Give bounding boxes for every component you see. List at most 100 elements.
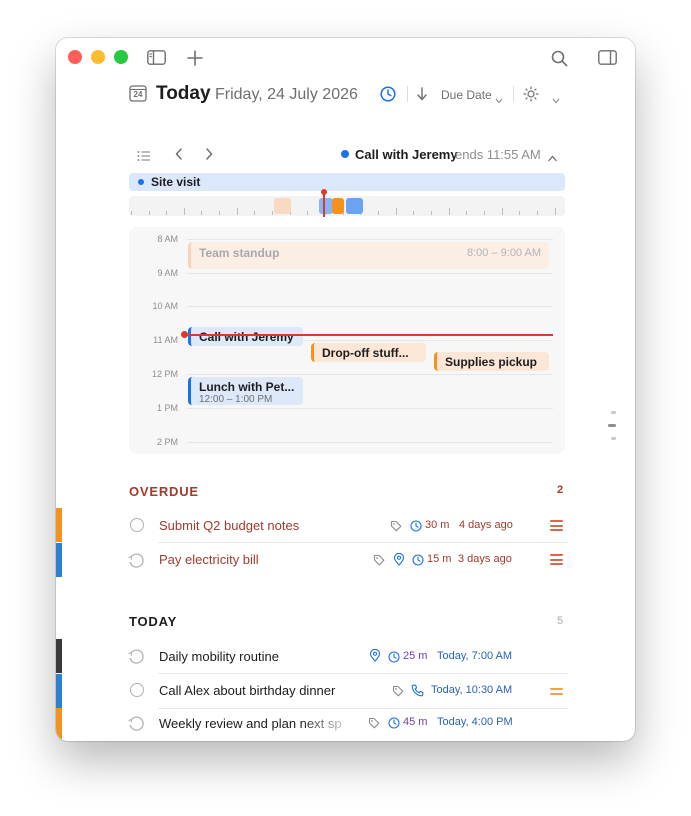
tag-icon: [373, 553, 385, 566]
calendar-day-number: 24: [133, 90, 143, 99]
task-checkbox[interactable]: [130, 683, 144, 697]
task-row[interactable]: Pay electricity bill 15 m 3 days ago: [56, 543, 635, 577]
zoom-window-button[interactable]: [114, 50, 128, 64]
day-overview-strip[interactable]: [129, 196, 565, 216]
today-section-title: TODAY: [129, 614, 178, 629]
task-due: Today, 10:30 AM: [431, 684, 513, 696]
phone-icon: [411, 684, 424, 697]
event-color-dot: [341, 150, 349, 158]
repeat-checkbox-icon[interactable]: [127, 551, 145, 569]
page-title: Today: [156, 83, 211, 104]
event-supplies-pickup[interactable]: Supplies pickup: [434, 352, 549, 371]
now-indicator-dot: [321, 189, 327, 195]
sort-by-button[interactable]: Due Date: [441, 88, 492, 102]
task-row[interactable]: Call Alex about birthday dinner Today, 1…: [56, 674, 635, 708]
task-duration: 25 m: [403, 650, 428, 662]
repeat-checkbox-icon[interactable]: [127, 714, 145, 732]
task-due: Today, 4:00 PM: [437, 716, 513, 728]
search-icon[interactable]: [550, 49, 568, 67]
event-time: 8:00 – 9:00 AM: [467, 247, 541, 259]
event-title: Team standup: [199, 246, 280, 260]
event-title: Call with Jeremy: [199, 330, 294, 344]
app-window: 24 Today Friday, 24 July 2026 Due Date C…: [56, 38, 635, 741]
hour-label: 11 AM: [153, 335, 178, 345]
event-color-dot: [138, 179, 144, 185]
sort-direction-arrow-icon[interactable]: [416, 87, 428, 101]
task-duration: 15 m: [427, 553, 452, 565]
current-time-dot: [181, 331, 188, 338]
task-row[interactable]: Daily mobility routine 25 m Today, 7:00 …: [56, 639, 635, 673]
overdue-count: 2: [557, 484, 564, 496]
tag-icon: [368, 716, 380, 729]
strip-event-block: [332, 198, 344, 214]
task-title: Submit Q2 budget notes: [159, 518, 300, 533]
hour-label: 10 AM: [152, 301, 178, 311]
priority-high-icon: [550, 554, 563, 568]
hour-label: 9 AM: [157, 268, 178, 278]
event-title: Lunch with Pet...: [199, 380, 295, 394]
chevron-down-icon[interactable]: [552, 91, 560, 104]
chevron-left-icon[interactable]: [174, 147, 184, 161]
list-icon[interactable]: [137, 149, 151, 161]
task-due: Today, 7:00 AM: [437, 650, 513, 662]
tag-icon: [390, 519, 402, 532]
task-due: 4 days ago: [459, 519, 513, 531]
strip-event-block: [346, 198, 363, 214]
location-pin-icon: [369, 648, 381, 662]
chevron-down-icon: [495, 91, 503, 104]
day-schedule[interactable]: 8 AM 9 AM 10 AM 11 AM 12 PM 1 PM 2 PM Te…: [129, 227, 565, 454]
today-count: 5: [557, 615, 564, 627]
task-title: Daily mobility routine: [159, 649, 279, 664]
clock-icon[interactable]: [380, 86, 396, 102]
priority-high-icon: [550, 520, 563, 534]
location-pin-icon: [393, 552, 405, 566]
task-duration: 30 m: [425, 519, 450, 531]
page-date: Friday, 24 July 2026: [215, 86, 358, 103]
strip-event-block: [319, 198, 333, 214]
page-indicator-dot-active[interactable]: [608, 424, 616, 427]
event-lunch[interactable]: Lunch with Pet... 12:00 – 1:00 PM: [188, 377, 303, 405]
event-time: 12:00 – 1:00 PM: [199, 394, 273, 405]
event-call-with-jeremy[interactable]: Call with Jeremy: [188, 327, 303, 346]
add-icon[interactable]: [186, 49, 204, 67]
strip-event-block: [274, 198, 291, 214]
close-window-button[interactable]: [68, 50, 82, 64]
tag-icon: [392, 684, 404, 697]
chevron-right-icon[interactable]: [204, 147, 214, 161]
chevron-up-icon[interactable]: [548, 149, 557, 162]
page-indicator-dot[interactable]: [611, 437, 616, 440]
all-day-event-title: Site visit: [151, 175, 201, 189]
event-title: Drop-off stuff...: [322, 346, 409, 360]
hour-label: 2 PM: [156, 437, 178, 447]
hour-label: 1 PM: [156, 403, 178, 413]
repeat-checkbox-icon[interactable]: [127, 647, 145, 665]
page-indicator-dot[interactable]: [611, 411, 616, 414]
current-event-title[interactable]: Call with Jeremy: [355, 147, 458, 162]
task-row[interactable]: Submit Q2 budget notes 30 m 4 days ago: [56, 508, 635, 542]
event-drop-off[interactable]: Drop-off stuff...: [311, 343, 426, 362]
duration-clock-icon: [412, 553, 424, 566]
duration-clock-icon: [388, 650, 400, 663]
task-row[interactable]: Weekly review and plan next sp 45 m Toda…: [56, 708, 635, 741]
current-event-end-time: ends 11:55 AM: [455, 147, 541, 162]
event-title: Supplies pickup: [445, 355, 538, 369]
task-title: Call Alex about birthday dinner: [159, 683, 336, 698]
overdue-section-title: OVERDUE: [129, 484, 199, 499]
all-day-event[interactable]: Site visit: [129, 173, 565, 191]
inspector-toggle-icon[interactable]: [597, 49, 617, 65]
task-checkbox[interactable]: [130, 518, 144, 532]
title-fade: [300, 712, 358, 734]
duration-clock-icon: [410, 519, 422, 532]
minimize-window-button[interactable]: [91, 50, 105, 64]
event-team-standup[interactable]: Team standup 8:00 – 9:00 AM: [188, 242, 549, 269]
task-duration: 45 m: [403, 716, 428, 728]
task-due: 3 days ago: [458, 553, 512, 565]
sun-icon[interactable]: [523, 86, 539, 102]
calendar-day-icon: 24: [129, 84, 147, 102]
priority-medium-icon: [550, 688, 563, 697]
hour-label: 8 AM: [157, 234, 178, 244]
sidebar-toggle-icon[interactable]: [146, 49, 166, 65]
duration-clock-icon: [388, 716, 400, 729]
task-title: Pay electricity bill: [159, 552, 259, 567]
current-time-line: [185, 334, 553, 336]
